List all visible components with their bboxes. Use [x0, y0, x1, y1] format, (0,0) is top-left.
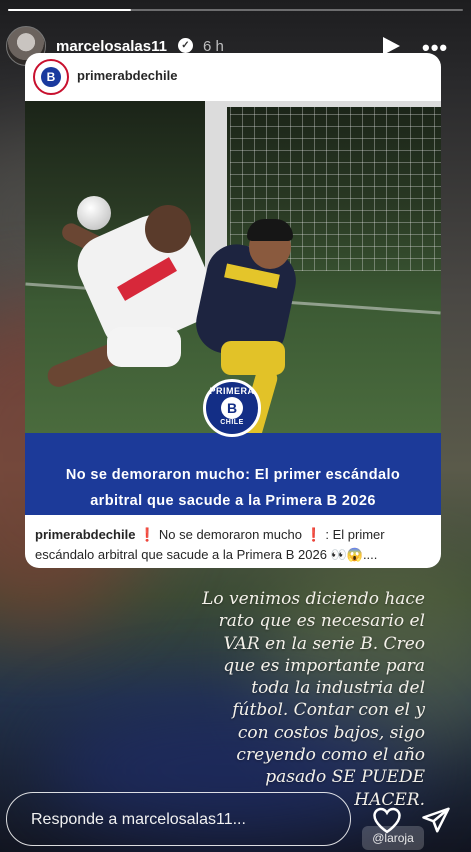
heart-icon[interactable] — [372, 806, 402, 834]
goal-crossbar — [205, 101, 441, 107]
send-icon[interactable] — [421, 805, 451, 835]
headline-line-1: No se demoraron mucho: El primer escánda… — [65, 467, 401, 483]
story-progress-fill — [8, 9, 131, 11]
overlay-line: rato que es necesario el — [218, 611, 425, 632]
overlay-line: que es importante para — [223, 655, 425, 676]
overlay-line: fútbol. Contar con el y — [232, 700, 425, 721]
player-white-shorts — [107, 327, 181, 367]
reply-input[interactable] — [31, 808, 331, 832]
overlay-line: pasado SE PUEDE — [265, 767, 425, 788]
overlay-line: VAR en la serie B. Creo — [223, 633, 425, 654]
badge-letter: B — [221, 397, 243, 419]
account-logo-letter: B — [41, 67, 61, 87]
story-text-overlay: Lo venimos diciendo hace rato que es nec… — [180, 588, 425, 811]
exclamation-icon: ❗ — [139, 527, 159, 542]
reply-bar[interactable] — [6, 792, 351, 846]
verified-badge-icon: ✓ — [178, 38, 193, 53]
ball-icon — [77, 196, 111, 230]
story-progress-bar — [8, 9, 463, 11]
overlay-line: Lo venimos diciendo hace — [202, 589, 425, 609]
shared-post-card[interactable]: B primerabdechile No se demoraron mucho:… — [25, 53, 441, 568]
caption-text-part1: No se demoraron mucho — [158, 527, 302, 542]
badge-top-text: PRIMERA — [209, 386, 255, 396]
player-head — [145, 205, 191, 253]
post-account-name[interactable]: primerabdechile — [77, 68, 177, 83]
exclamation-icon: ❗ — [305, 527, 326, 542]
post-header: B primerabdechile — [25, 53, 441, 101]
account-logo: B — [33, 59, 69, 95]
overlay-line: creyendo como el año — [236, 745, 425, 766]
badge-bottom-text: CHILE — [220, 419, 244, 426]
post-headline-banner: No se demoraron mucho: El primer escánda… — [25, 433, 441, 515]
player-yellow-shorts — [221, 341, 285, 375]
caption-username[interactable]: primerabdechile — [35, 527, 135, 542]
story-viewer: marcelosalas11 ✓ 6 h ••• B primerabdechi… — [0, 0, 471, 852]
overlay-line: con costos bajos, sigo — [237, 722, 425, 743]
primera-b-badge: PRIMERA B CHILE — [203, 379, 261, 437]
headline-line-2: arbitral que sacude a la Primera B 2026 — [90, 493, 376, 509]
player-hair — [247, 219, 293, 241]
overlay-line: toda la industria del — [251, 678, 425, 699]
post-caption: primerabdechile ❗ No se demoraron mucho … — [35, 525, 435, 565]
